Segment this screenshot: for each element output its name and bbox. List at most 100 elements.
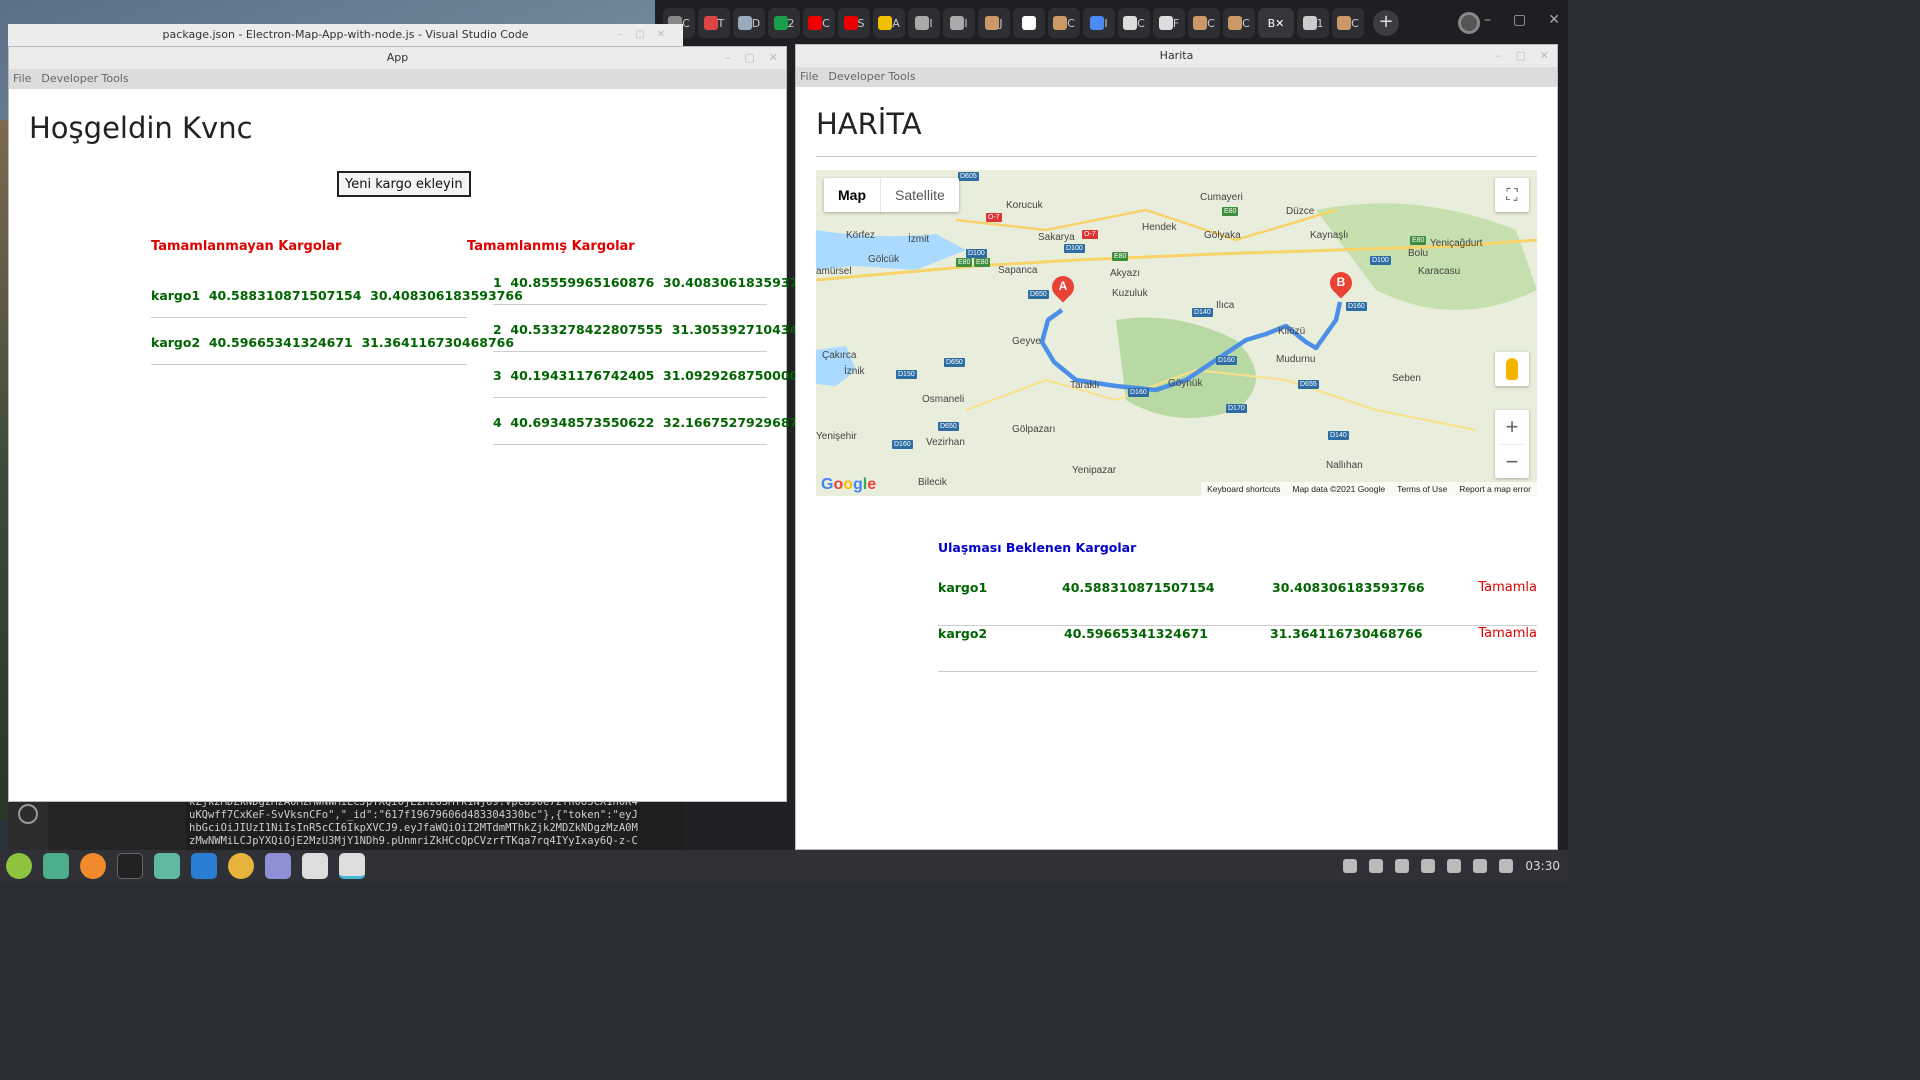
files-icon[interactable] [154, 853, 180, 879]
complete-cargo-row: 2 40.533278422807555 31.3053927104345 [493, 322, 807, 352]
browser-tab[interactable]: A [873, 8, 905, 38]
mint-menu-icon[interactable] [6, 853, 32, 879]
keyboard-shortcuts-link[interactable]: Keyboard shortcuts [1207, 482, 1280, 496]
place-label: Yeniçağdurt [1430, 238, 1483, 249]
place-label: Kuzuluk [1112, 288, 1148, 299]
harita-titlebar: Harita – ▢ ✕ [796, 45, 1557, 67]
map-type-toggle: Map Satellite [824, 178, 959, 212]
place-label: Karacasu [1418, 266, 1461, 277]
place-label: Bilecik [918, 477, 947, 488]
window-controls: – ▢ ✕ [1484, 12, 1560, 28]
close-icon[interactable]: ✕ [1548, 12, 1560, 28]
browser-tab[interactable]: D [733, 8, 765, 38]
clipboard-icon[interactable] [1395, 859, 1410, 873]
browser-tab[interactable]: 1 [1297, 8, 1329, 38]
wifi-icon[interactable] [1447, 859, 1462, 873]
volume-icon[interactable] [1473, 859, 1488, 873]
terms-of-use-link[interactable]: Terms of Use [1397, 482, 1447, 496]
minimize-icon[interactable]: – [725, 47, 731, 69]
google-logo: Google [821, 476, 877, 493]
browser-tab[interactable]: C [1332, 8, 1364, 38]
clock[interactable]: 03:30 [1525, 859, 1560, 873]
shield-icon[interactable] [1369, 859, 1384, 873]
browser-tab[interactable]: I [1083, 8, 1115, 38]
fullscreen-icon[interactable]: ⛶ [1495, 178, 1529, 212]
incomplete-cargo-title: Tamamlanmayan Kargolar [151, 239, 342, 254]
battery-icon[interactable] [1499, 859, 1514, 873]
nvidia-icon[interactable] [1421, 859, 1436, 873]
minimize-icon[interactable]: – [1484, 12, 1491, 28]
show-desktop-icon[interactable] [43, 853, 69, 879]
marker-b[interactable]: B [1325, 267, 1357, 304]
road-badge: D170 [1226, 404, 1247, 413]
google-map[interactable]: Korucuk Cumayeri Düzce Körfez İzmit Saka… [816, 170, 1537, 496]
road-badge: D650 [944, 358, 965, 367]
browser-tab[interactable]: C [1188, 8, 1220, 38]
bluetooth-icon[interactable] [1343, 859, 1358, 873]
menu-file[interactable]: File [800, 67, 818, 87]
maximize-icon[interactable]: ▢ [744, 47, 754, 69]
complete-cargo-button[interactable]: Tamamla [1478, 580, 1537, 595]
welcome-heading: Hoşgeldin Kvnc [29, 111, 253, 145]
zoom-out-button[interactable]: − [1495, 445, 1529, 479]
road-badge: D140 [1328, 431, 1349, 440]
place-label: Korucuk [1006, 200, 1043, 211]
add-cargo-button[interactable]: Yeni kargo ekleyin [337, 171, 471, 197]
place-label: Hendek [1142, 222, 1177, 233]
new-tab-button[interactable]: + [1373, 10, 1399, 36]
browser-tab[interactable]: C [1223, 8, 1255, 38]
browser-tab[interactable] [1013, 8, 1045, 38]
browser-tab[interactable]: C [1118, 8, 1150, 38]
street-view-pegman-icon[interactable] [1495, 352, 1529, 386]
map-type-satellite-button[interactable]: Satellite [880, 178, 959, 212]
maximize-icon[interactable]: ▢ [1513, 12, 1526, 28]
place-label: Geyve [1012, 336, 1041, 347]
account-icon[interactable] [18, 804, 38, 824]
report-map-error-link[interactable]: Report a map error [1459, 482, 1531, 496]
browser-tab[interactable]: J [978, 8, 1010, 38]
road-badge: E80 [974, 258, 991, 267]
road-badge: D100 [1064, 244, 1085, 253]
settings-icon[interactable] [339, 853, 365, 879]
browser-tab-active[interactable]: B ✕ [1258, 8, 1294, 38]
menu-file[interactable]: File [13, 69, 31, 89]
cargo-latitude: 40.588310871507154 [1062, 580, 1215, 595]
vscode-icon[interactable] [191, 853, 217, 879]
incomplete-cargo-row: kargo2 40.59665341324671 31.364116730468… [151, 335, 514, 365]
browser-tab[interactable]: I [943, 8, 975, 38]
browser-tab[interactable]: C [1048, 8, 1080, 38]
complete-cargo-title: Tamamlanmış Kargolar [467, 239, 635, 254]
complete-cargo-row: 3 40.19431176742405 31.092926875000003 [493, 368, 816, 398]
map-type-map-button[interactable]: Map [824, 178, 880, 212]
settings-icon[interactable] [302, 853, 328, 879]
close-icon[interactable]: ✕ [769, 47, 778, 69]
map-footer: Keyboard shortcuts Map data ©2021 Google… [1201, 482, 1537, 496]
chrome-icon[interactable] [228, 853, 254, 879]
browser-tab[interactable]: C [803, 8, 835, 38]
complete-cargo-button[interactable]: Tamamla [1478, 626, 1537, 641]
browser-tab[interactable]: 2 [768, 8, 800, 38]
close-icon[interactable]: ✕ [1275, 17, 1284, 30]
profile-icon[interactable] [1458, 12, 1480, 34]
road-badge: D650 [1028, 290, 1049, 299]
place-label: Nallıhan [1326, 460, 1363, 471]
marker-a[interactable]: A [1047, 271, 1079, 308]
vscode-titlebar: package.json - Electron-Map-App-with-nod… [8, 24, 683, 46]
close-icon[interactable]: ✕ [1540, 45, 1549, 67]
minimize-icon[interactable]: – [1496, 45, 1502, 67]
text-editor-icon[interactable] [265, 853, 291, 879]
divider [816, 156, 1537, 157]
browser-tab[interactable]: S [838, 8, 870, 38]
map-canvas [816, 170, 1537, 496]
zoom-controls: + − [1495, 410, 1529, 478]
browser-tab[interactable]: F [1153, 8, 1185, 38]
browser-tab[interactable]: I [908, 8, 940, 38]
menu-developer-tools[interactable]: Developer Tools [828, 67, 915, 87]
zoom-in-button[interactable]: + [1495, 410, 1529, 444]
road-badge: E80 [956, 258, 973, 267]
menu-developer-tools[interactable]: Developer Tools [41, 69, 128, 89]
firefox-icon[interactable] [80, 853, 106, 879]
maximize-icon[interactable]: ▢ [1515, 45, 1525, 67]
browser-tab[interactable]: T [698, 8, 730, 38]
terminal-icon[interactable] [117, 853, 143, 879]
